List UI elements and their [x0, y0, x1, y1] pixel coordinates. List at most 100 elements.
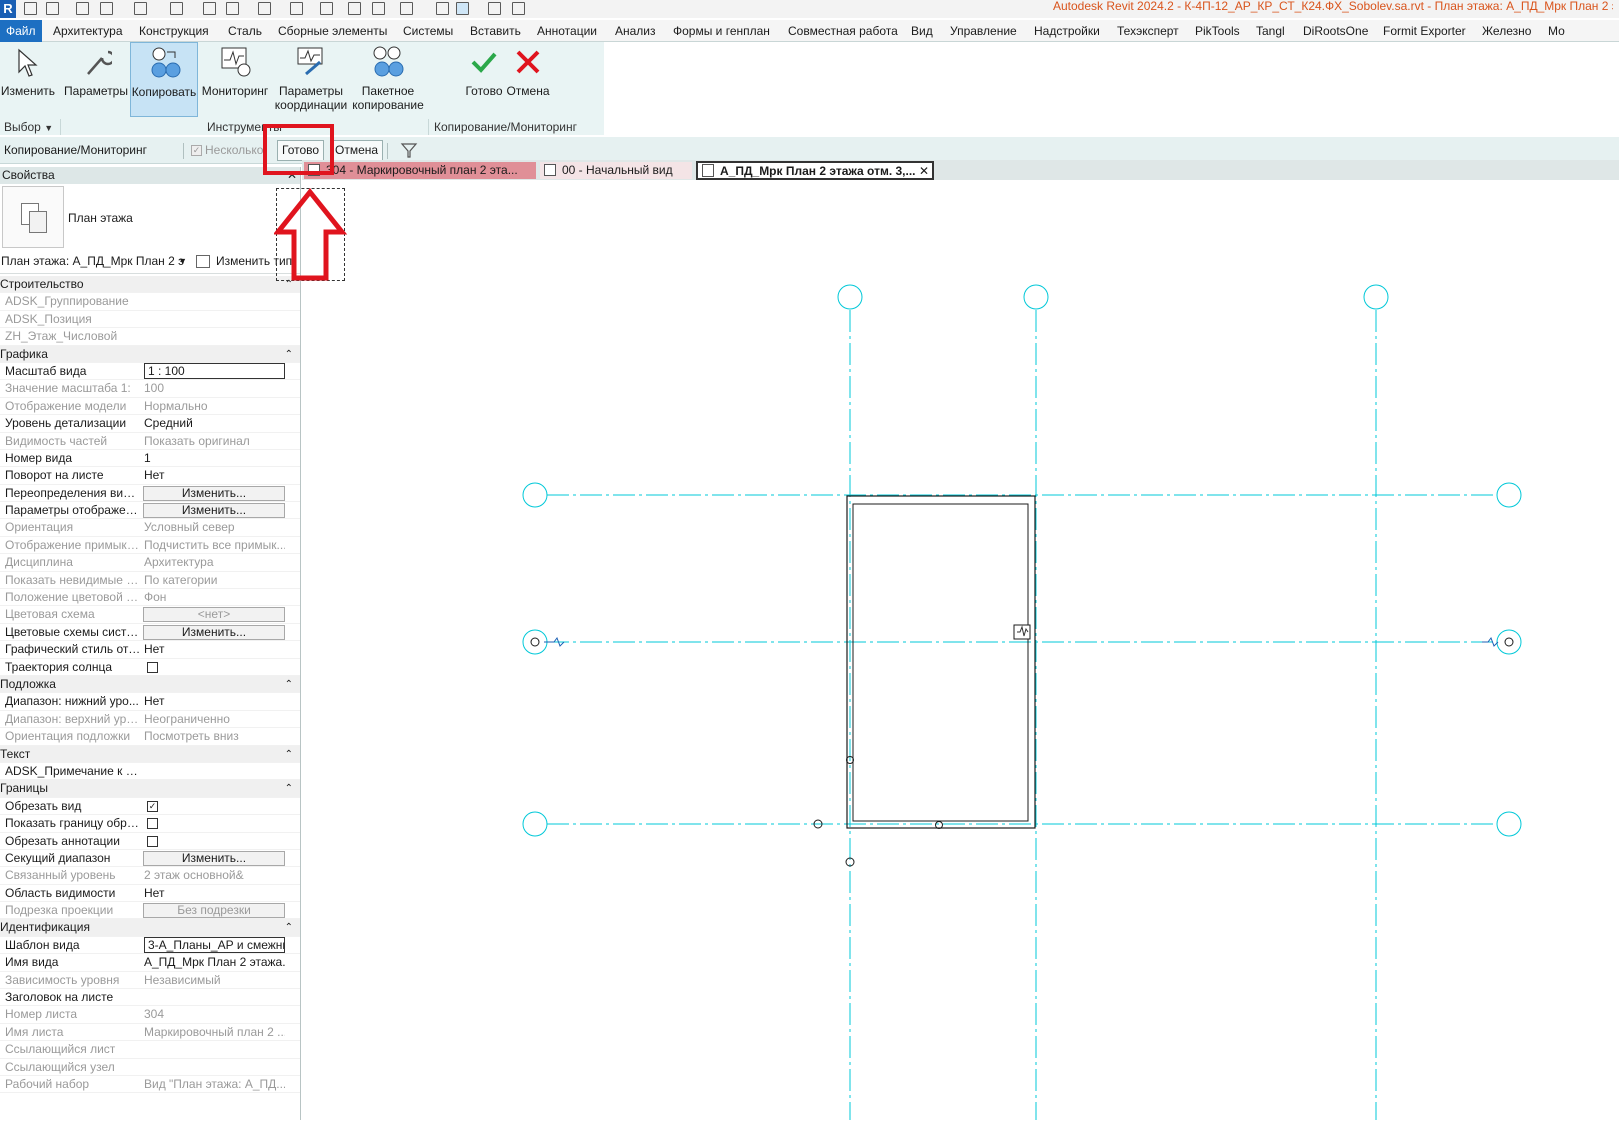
- parameters-button[interactable]: Параметры: [62, 42, 130, 117]
- group-label: Текст: [0, 746, 31, 761]
- tab-manage[interactable]: Управление: [950, 23, 1017, 41]
- tab-steel[interactable]: Сталь: [228, 23, 262, 41]
- modify-button[interactable]: Изменить: [0, 42, 56, 117]
- sheet-icon[interactable]: [226, 2, 239, 15]
- tab-techexpert[interactable]: Техэксперт: [1117, 23, 1179, 41]
- property-checkbox[interactable]: [147, 835, 158, 847]
- property-value[interactable]: 1: [144, 450, 285, 467]
- tab-insert[interactable]: Вставить: [470, 23, 521, 41]
- tab-collaborate[interactable]: Совместная работа: [788, 23, 898, 41]
- print-icon[interactable]: [203, 2, 216, 15]
- tab-massing-site[interactable]: Формы и генплан: [673, 23, 770, 41]
- property-value[interactable]: Нет: [144, 693, 285, 710]
- tab-systems[interactable]: Системы: [403, 23, 453, 41]
- collapse-icon[interactable]: ⌃: [285, 746, 293, 763]
- property-group-header[interactable]: Подложка ⌃: [0, 675, 300, 694]
- options-context-label: Копирование/Мониторинг: [4, 143, 148, 157]
- tab-annotate[interactable]: Аннотации: [537, 23, 597, 41]
- open-icon[interactable]: [24, 2, 37, 15]
- thin-lines-icon[interactable]: [456, 2, 469, 15]
- section-icon[interactable]: [436, 2, 449, 15]
- tab-dirootsone[interactable]: DiRootsOne: [1303, 23, 1368, 41]
- finish-button[interactable]: Готово: [462, 42, 506, 117]
- collapse-icon[interactable]: ⌃: [285, 346, 293, 363]
- property-group-header[interactable]: Графика ⌃: [0, 345, 300, 363]
- drawing-canvas[interactable]: [302, 180, 1619, 1120]
- property-value[interactable]: Средний: [144, 415, 285, 432]
- sync-icon[interactable]: [100, 2, 113, 15]
- collapse-icon[interactable]: ⌃: [285, 676, 293, 693]
- tab-architecture[interactable]: Архитектура: [53, 23, 123, 41]
- ribbon-empty-area: [604, 42, 1619, 135]
- filter-icon[interactable]: [400, 141, 418, 159]
- property-group-header[interactable]: Строительство ⌃: [0, 276, 300, 294]
- property-edit-button[interactable]: Изменить...: [143, 624, 285, 640]
- property-value[interactable]: Нет: [144, 467, 285, 484]
- property-name: Уровень детализации: [5, 416, 127, 431]
- view-tab-active-plan[interactable]: А_ПД_Мрк План 2 этажа отм. 3,... ✕: [696, 161, 934, 180]
- tab-zhelezno[interactable]: Железно: [1482, 23, 1531, 41]
- tab-tangl[interactable]: Tangl: [1256, 23, 1285, 41]
- property-name: Подрезка проекции: [5, 903, 114, 918]
- measure-icon[interactable]: [258, 2, 271, 15]
- tab-analyze[interactable]: Анализ: [615, 23, 656, 41]
- property-group-header[interactable]: Границы ⌃: [0, 780, 300, 798]
- property-edit-button[interactable]: Изменить...: [143, 850, 285, 866]
- instance-selector[interactable]: План этажа: А_ПД_Мрк План 2 э ▼: [1, 253, 191, 271]
- tab-view[interactable]: Вид: [911, 23, 933, 41]
- 3d-view-icon[interactable]: [400, 2, 413, 15]
- property-checkbox[interactable]: [147, 818, 158, 830]
- tab-piktools[interactable]: PikTools: [1195, 23, 1240, 41]
- property-input[interactable]: 1 : 100: [144, 362, 285, 379]
- property-checkbox[interactable]: [147, 661, 158, 673]
- revit-logo[interactable]: R: [0, 0, 16, 18]
- property-row: Подрезка проекции Без подрезки: [0, 902, 300, 920]
- batch-copy-button[interactable]: Пакетное копирование: [350, 42, 426, 117]
- dimension-icon[interactable]: [290, 2, 303, 15]
- close-icon[interactable]: ✕: [919, 163, 929, 178]
- collapse-icon[interactable]: ⌃: [285, 919, 293, 936]
- property-row: Показать границу обре...: [0, 815, 300, 833]
- property-edit-button[interactable]: Без подрезки: [143, 903, 285, 919]
- property-edit-button[interactable]: Изменить...: [143, 503, 285, 519]
- property-edit-button[interactable]: Изменить...: [143, 485, 285, 501]
- property-value[interactable]: А_ПД_Мрк План 2 этажа...: [144, 954, 285, 971]
- collapse-icon[interactable]: ⌃: [285, 780, 293, 797]
- folder-icon[interactable]: [46, 2, 59, 15]
- multiple-checkbox[interactable]: ✓: [191, 145, 202, 156]
- tab-file[interactable]: Файл: [0, 20, 42, 42]
- cancel-button[interactable]: Отмена: [506, 42, 550, 117]
- copy-button[interactable]: Копировать: [130, 42, 198, 117]
- undo-icon[interactable]: [134, 2, 147, 15]
- options-cancel-button[interactable]: Отмена: [330, 140, 384, 161]
- tab-precast[interactable]: Сборные элементы: [278, 23, 387, 41]
- view-tab-sheet-304[interactable]: 304 - Маркировочный план 2 эта...: [304, 162, 536, 179]
- property-value[interactable]: Нет: [144, 641, 285, 658]
- text-icon[interactable]: [372, 2, 385, 15]
- property-group-header[interactable]: Идентификация ⌃: [0, 919, 300, 937]
- coordination-settings-button[interactable]: Параметры координации: [274, 42, 348, 117]
- tab-more[interactable]: Мо: [1548, 23, 1618, 41]
- property-group-header[interactable]: Текст ⌃: [0, 745, 300, 763]
- tab-addins[interactable]: Надстройки: [1034, 23, 1100, 41]
- line-icon[interactable]: [320, 2, 333, 15]
- property-edit-button[interactable]: <нет>: [143, 607, 285, 623]
- panel-label-select[interactable]: Выбор ▼: [4, 119, 53, 135]
- type-selector[interactable]: План этажа: [0, 184, 300, 250]
- save-icon[interactable]: [76, 2, 89, 15]
- property-checkbox[interactable]: ✓: [147, 800, 158, 812]
- close-hidden-icon[interactable]: [488, 2, 501, 15]
- view-tab-start-view[interactable]: 00 - Начальный вид: [540, 162, 692, 179]
- tag-icon[interactable]: [348, 2, 361, 15]
- property-value[interactable]: Нет: [144, 885, 285, 902]
- monitor-button[interactable]: Мониторинг: [200, 42, 270, 117]
- group-label: Идентификация: [0, 920, 90, 935]
- property-row: Графический стиль ото... Нет: [0, 641, 300, 659]
- tab-structure[interactable]: Конструкция: [139, 23, 209, 41]
- switch-windows-icon[interactable]: [512, 2, 525, 15]
- property-input[interactable]: 3-А_Планы_АР и смежники: [144, 936, 285, 953]
- redo-icon[interactable]: [170, 2, 183, 15]
- tab-formit-exporter[interactable]: Formit Exporter: [1383, 23, 1466, 41]
- floor-plan-drawing[interactable]: [302, 180, 1619, 1120]
- chevron-down-icon: ▼: [44, 123, 54, 133]
